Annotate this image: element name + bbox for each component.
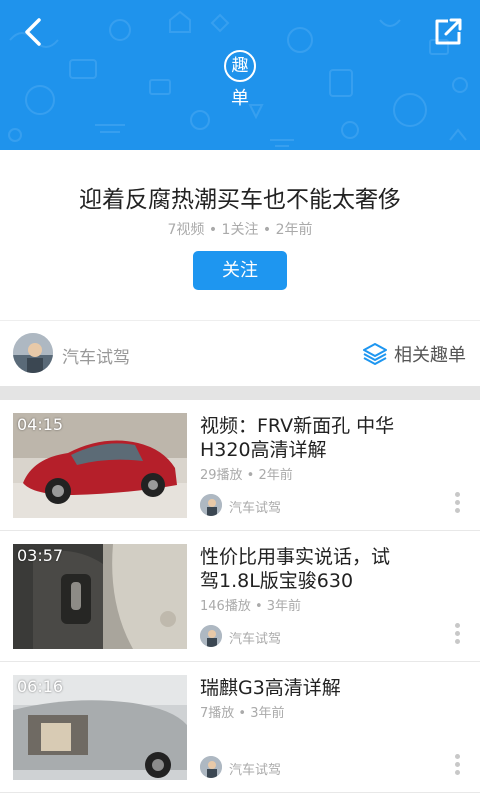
video-title[interactable]: 性价比用事实说话，试驾1.8L版宝骏630 bbox=[200, 545, 400, 593]
layers-icon bbox=[363, 343, 387, 365]
more-options-icon[interactable] bbox=[452, 754, 462, 780]
author-avatar[interactable] bbox=[13, 333, 53, 373]
related-topics-label: 相关趣单 bbox=[394, 345, 466, 366]
video-author-avatar[interactable] bbox=[200, 494, 222, 516]
share-external-icon[interactable] bbox=[428, 12, 468, 52]
topic-meta: 7视频 • 1关注 • 2年前 bbox=[167, 222, 313, 238]
more-options-icon[interactable] bbox=[452, 492, 462, 518]
video-thumbnail[interactable]: 04:15 bbox=[13, 413, 187, 518]
topic-badge: 趣 bbox=[224, 50, 256, 82]
video-author-name[interactable]: 汽车试驾 bbox=[229, 628, 281, 647]
video-title[interactable]: 视频：FRV新面孔 中华H320高清详解 bbox=[200, 414, 400, 462]
video-author-avatar[interactable] bbox=[200, 625, 222, 647]
video-meta: 29播放 • 2年前 bbox=[200, 468, 293, 483]
video-list-item[interactable]: 06:16 瑞麒G3高清详解 7播放 • 3年前 汽车试驾 bbox=[0, 662, 480, 793]
author-name[interactable]: 汽车试驾 bbox=[62, 343, 130, 368]
video-duration: 06:16 bbox=[17, 677, 64, 696]
header-banner: 趣 单 bbox=[0, 0, 480, 150]
video-list-item[interactable]: 03:57 性价比用事实说话，试驾1.8L版宝骏630 146播放 • 3年前 … bbox=[0, 531, 480, 662]
video-title[interactable]: 瑞麒G3高清详解 bbox=[200, 676, 400, 700]
follow-button[interactable]: 关注 bbox=[193, 251, 287, 290]
video-thumbnail[interactable]: 03:57 bbox=[13, 544, 187, 649]
video-meta: 7播放 • 3年前 bbox=[200, 706, 285, 721]
section-divider bbox=[0, 386, 480, 400]
topic-badge-sub: 单 bbox=[231, 88, 249, 109]
topic-title: 迎着反腐热潮买车也不能太奢侈 bbox=[79, 187, 401, 213]
video-meta: 146播放 • 3年前 bbox=[200, 599, 302, 614]
video-duration: 04:15 bbox=[17, 415, 64, 434]
related-topics-button[interactable]: 相关趣单 bbox=[362, 340, 466, 368]
video-list-item[interactable]: 04:15 视频：FRV新面孔 中华H320高清详解 29播放 • 2年前 汽车… bbox=[0, 400, 480, 531]
video-thumbnail[interactable]: 06:16 bbox=[13, 675, 187, 780]
video-author-name[interactable]: 汽车试驾 bbox=[229, 759, 281, 778]
video-author-avatar[interactable] bbox=[200, 756, 222, 778]
more-options-icon[interactable] bbox=[452, 623, 462, 649]
back-arrow-icon[interactable] bbox=[14, 12, 54, 52]
video-duration: 03:57 bbox=[17, 546, 64, 565]
video-author-name[interactable]: 汽车试驾 bbox=[229, 497, 281, 516]
